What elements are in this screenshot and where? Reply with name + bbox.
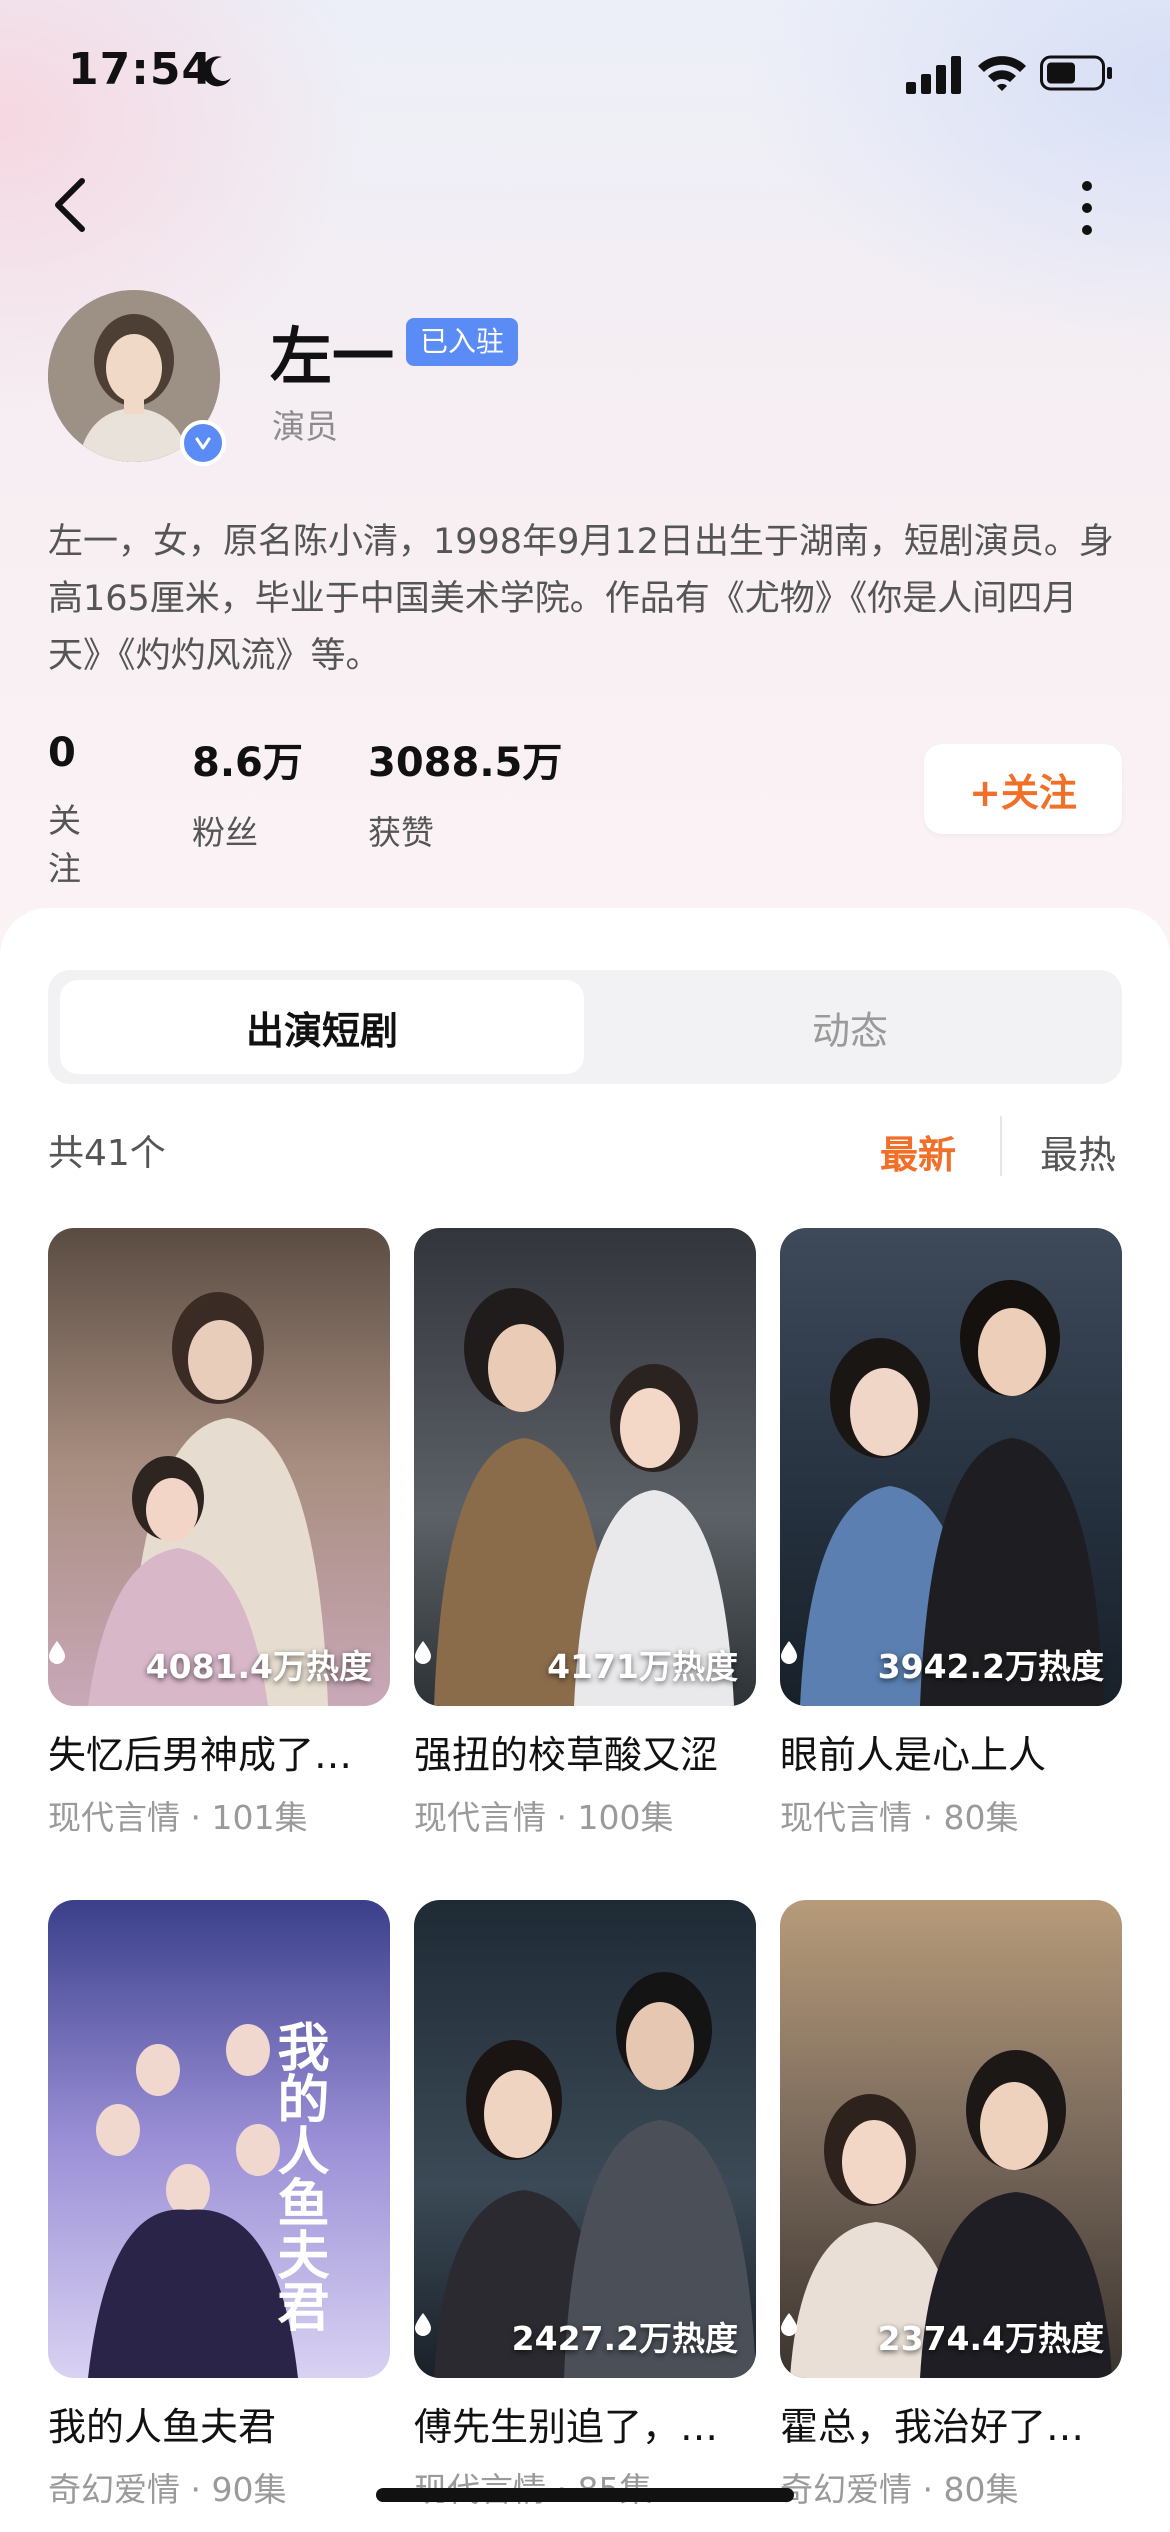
follow-button[interactable]: +关注 xyxy=(924,744,1122,834)
more-vertical-icon xyxy=(1082,181,1092,235)
drama-meta: 奇幻爱情 · 80集 xyxy=(780,2470,1019,2509)
flame-icon xyxy=(49,1641,65,1664)
drama-title: 失忆后男神成了… xyxy=(48,1733,353,1777)
tab-dramas[interactable]: 出演短剧 xyxy=(60,980,584,1074)
tab-moments[interactable]: 动态 xyxy=(588,980,1112,1074)
signal-icon xyxy=(906,56,961,94)
home-indicator[interactable] xyxy=(376,2488,794,2502)
drama-card[interactable]: 我的人鱼夫君 我的人鱼夫君 奇幻爱情 · 90集 xyxy=(48,1900,390,2511)
sort-divider xyxy=(1000,1116,1002,1176)
profile-bio: 左一，女，原名陈小清，1998年9月12日出生于湖南，短剧演员。身高165厘米，… xyxy=(48,522,1114,676)
verified-icon xyxy=(180,420,226,466)
poster-image xyxy=(414,1900,756,2378)
drama-heat: 2427.2万热度 xyxy=(511,2319,738,2358)
profile-name: 左一 xyxy=(270,320,395,393)
poster-image xyxy=(414,1228,756,1706)
tab-bar: 出演短剧 动态 xyxy=(48,970,1122,1084)
back-button[interactable] xyxy=(40,170,100,240)
drama-title: 霍总，我治好了… xyxy=(780,2405,1085,2449)
stat-following-value: 0 xyxy=(48,730,76,776)
drama-poster: 我的人鱼夫君 xyxy=(48,1900,390,2378)
drama-count: 共41个 xyxy=(48,1133,166,1174)
stat-fans[interactable]: 8.6万 粉丝 xyxy=(192,730,303,854)
status-time: 17:54 xyxy=(68,44,214,95)
drama-heat: 4171万热度 xyxy=(547,1647,738,1686)
drama-meta: 现代言情 · 101集 xyxy=(48,1798,308,1837)
drama-poster: 4081.4万热度 xyxy=(48,1228,390,1706)
drama-heat: 2374.4万热度 xyxy=(877,2319,1104,2358)
drama-card[interactable]: 2374.4万热度 霍总，我治好了… 奇幻爱情 · 80集 xyxy=(780,1900,1122,2511)
chevron-left-icon xyxy=(55,178,85,232)
status-bar: 17:54 xyxy=(0,0,1170,150)
sort-newest[interactable]: 最新 xyxy=(880,1124,956,1179)
stat-fans-value: 8.6万 xyxy=(192,740,303,786)
flame-icon xyxy=(781,2313,797,2336)
wifi-icon xyxy=(978,56,1026,91)
poster-image xyxy=(780,1228,1122,1706)
drama-heat: 3942.2万热度 xyxy=(877,1647,1104,1686)
flame-icon xyxy=(415,2313,431,2336)
moon-icon xyxy=(202,56,231,87)
poster-image: 我的人鱼夫君 xyxy=(48,1900,390,2378)
drama-meta: 奇幻爱情 · 90集 xyxy=(48,2470,287,2509)
profile-role: 演员 xyxy=(272,407,338,446)
drama-title: 眼前人是心上人 xyxy=(780,1733,1047,1777)
drama-card[interactable]: 2427.2万热度 傅先生别追了，… 现代言情 · 85集 xyxy=(414,1900,756,2511)
drama-card[interactable]: 4081.4万热度 失忆后男神成了… 现代言情 · 101集 xyxy=(48,1228,390,1839)
drama-title: 我的人鱼夫君 xyxy=(48,2405,277,2449)
poster-image xyxy=(48,1228,390,1706)
stat-likes[interactable]: 3088.5万 获赞 xyxy=(368,730,562,854)
stat-fans-label: 粉丝 xyxy=(192,813,258,852)
poster-image xyxy=(780,1900,1122,2378)
battery-icon xyxy=(1040,55,1112,91)
drama-poster: 3942.2万热度 xyxy=(780,1228,1122,1706)
sort-hottest[interactable]: 最热 xyxy=(1040,1124,1116,1179)
drama-poster: 2427.2万热度 xyxy=(414,1900,756,2378)
flame-icon xyxy=(781,1641,797,1664)
stat-following-label: 关注 xyxy=(48,801,81,888)
flame-icon xyxy=(415,1641,431,1664)
drama-title: 强扭的校草酸又涩 xyxy=(414,1733,719,1777)
drama-card[interactable]: 4171万热度 强扭的校草酸又涩 现代言情 · 100集 xyxy=(414,1228,756,1839)
stat-likes-label: 获赞 xyxy=(368,813,434,852)
drama-meta: 现代言情 · 80集 xyxy=(780,1798,1019,1837)
drama-card[interactable]: 3942.2万热度 眼前人是心上人 现代言情 · 80集 xyxy=(780,1228,1122,1839)
drama-poster: 2374.4万热度 xyxy=(780,1900,1122,2378)
poster-title-text: 我的人鱼夫君 xyxy=(268,2020,329,2332)
drama-poster: 4171万热度 xyxy=(414,1228,756,1706)
more-button[interactable] xyxy=(1060,170,1114,246)
stat-following[interactable]: 0 关注 xyxy=(48,730,81,890)
drama-title: 傅先生别追了，… xyxy=(414,2405,719,2449)
drama-meta: 现代言情 · 85集 xyxy=(414,2463,756,2511)
stat-likes-value: 3088.5万 xyxy=(368,740,563,786)
drama-meta: 现代言情 · 100集 xyxy=(414,1798,674,1837)
drama-heat: 4081.4万热度 xyxy=(145,1647,372,1686)
settled-badge: 已入驻 xyxy=(406,318,519,366)
